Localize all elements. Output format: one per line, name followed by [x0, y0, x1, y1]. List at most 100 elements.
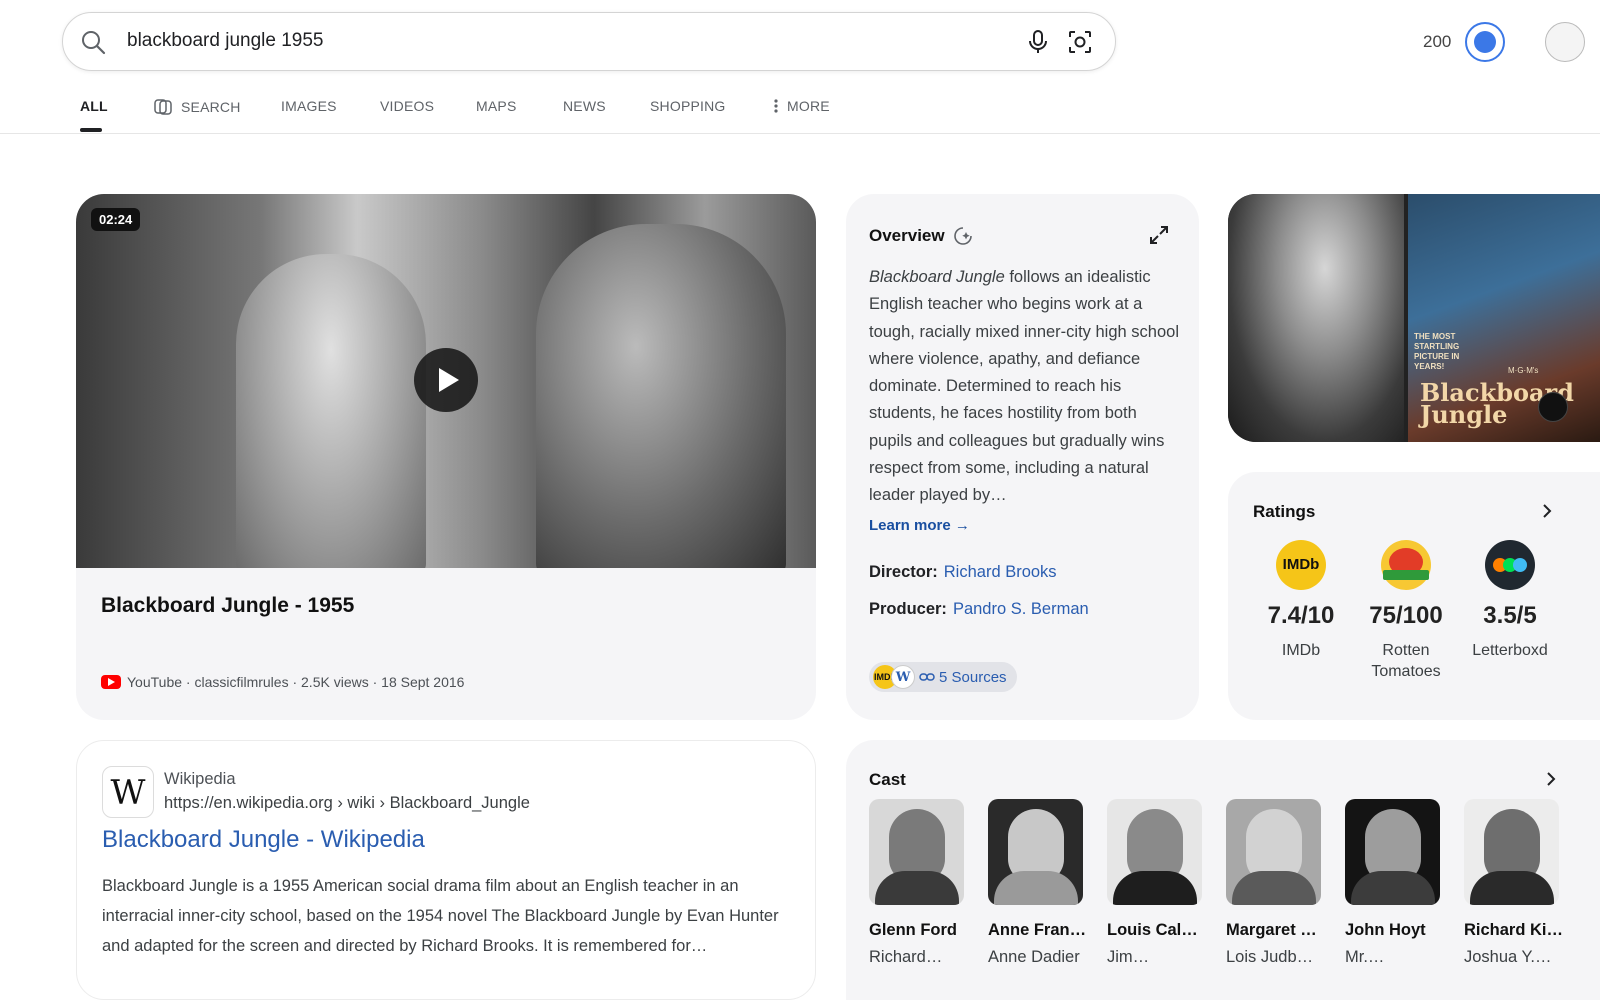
- rating-letterboxd[interactable]: 3.5/5 Letterboxd: [1455, 540, 1565, 661]
- tab-label: SEARCH: [181, 99, 241, 115]
- actor-name: Richard Ki…: [1464, 921, 1564, 939]
- result-title-link[interactable]: Blackboard Jungle - Wikipedia: [102, 826, 425, 854]
- tab-label: SHOPPING: [650, 98, 726, 114]
- play-icon[interactable]: [414, 348, 478, 412]
- actor-role: Jim…: [1107, 948, 1150, 966]
- link-icon: [919, 673, 935, 681]
- ratings-card: Ratings IMDb 7.4/10 IMDb 75/100 Rotten T…: [1228, 472, 1600, 720]
- tab-label: MAPS: [476, 98, 517, 114]
- tomato-icon: [1381, 540, 1431, 590]
- rating-score: 7.4/10: [1267, 602, 1335, 629]
- actor-name: Glenn Ford: [869, 921, 957, 939]
- rating-source: Rotten Tomatoes: [1371, 642, 1441, 680]
- profile-avatar[interactable]: [1545, 22, 1585, 62]
- result-url[interactable]: https://en.wikipedia.org › wiki › Blackb…: [164, 794, 530, 813]
- rewards-icon[interactable]: [1465, 22, 1505, 62]
- rating-score: 75/100: [1369, 602, 1443, 629]
- search-input[interactable]: blackboard jungle 1955: [127, 30, 324, 52]
- overview-film-title: Blackboard Jungle: [869, 268, 1005, 286]
- rating-rotten-tomatoes[interactable]: 75/100 Rotten Tomatoes: [1351, 540, 1461, 682]
- overview-card: Overview Blackboard Jungle follows an id…: [846, 194, 1199, 720]
- actor-role: Anne Dadier: [988, 948, 1080, 966]
- sources-button[interactable]: IMDb W 5 Sources: [869, 662, 1017, 692]
- actor-photo: [1345, 799, 1440, 905]
- tab-label: NEWS: [563, 98, 606, 114]
- video-meta-text: YouTube · classicfilmrules · 2.5K views …: [127, 674, 465, 690]
- letterboxd-icon: [1485, 540, 1535, 590]
- overview-title: Overview: [869, 226, 945, 245]
- actor-photo: [988, 799, 1083, 905]
- tab-search[interactable]: SEARCH: [153, 98, 241, 116]
- chevron-right-icon[interactable]: [1542, 770, 1560, 788]
- producer-link[interactable]: Pandro S. Berman: [953, 600, 1089, 618]
- ratings-title: Ratings: [1253, 502, 1316, 521]
- actor-photo-image[interactable]: [1228, 194, 1404, 442]
- director-label: Director:: [869, 563, 938, 581]
- overview-heading: Overview: [869, 226, 973, 246]
- rewards-points: 200: [1423, 32, 1452, 51]
- video-thumbnail[interactable]: 02:24: [76, 194, 816, 568]
- cast-title: Cast: [869, 770, 906, 789]
- video-title[interactable]: Blackboard Jungle - 1955: [101, 594, 354, 618]
- imdb-logo-icon: IMDb: [1276, 540, 1326, 590]
- actor-name: Louis Cal…: [1107, 921, 1198, 939]
- result-site-name: Wikipedia: [164, 770, 236, 788]
- cast-member[interactable]: Louis Cal… Jim…: [1107, 799, 1207, 967]
- actor-name: Anne Fran…: [988, 921, 1087, 939]
- sources-label: 5 Sources: [939, 668, 1007, 686]
- actor-role: Richard…: [869, 948, 943, 966]
- visual-search-icon[interactable]: [1065, 27, 1095, 57]
- cast-member[interactable]: John Hoyt Mr.…: [1345, 799, 1445, 967]
- rating-score: 3.5/5: [1483, 602, 1537, 629]
- actor-name: John Hoyt: [1345, 921, 1426, 939]
- chevron-right-icon[interactable]: [1538, 502, 1556, 520]
- wikipedia-result: W Wikipedia https://en.wikipedia.org › w…: [76, 740, 816, 1000]
- expand-icon[interactable]: [1148, 224, 1170, 246]
- result-snippet: Blackboard Jungle is a 1955 American soc…: [102, 877, 779, 955]
- rating-imdb[interactable]: IMDb 7.4/10 IMDb: [1246, 540, 1356, 661]
- search-icon[interactable]: [79, 28, 107, 56]
- tab-label: VIDEOS: [380, 98, 435, 114]
- tab-more[interactable]: MORE: [773, 98, 830, 114]
- movie-poster-image[interactable]: THE MOST STARTLING PICTURE IN YEARS! M·G…: [1408, 194, 1600, 442]
- poster-studio: M·G·M's: [1508, 366, 1539, 375]
- learn-more-link[interactable]: Learn more →: [869, 517, 970, 534]
- actor-name: Margaret …: [1226, 921, 1317, 939]
- microphone-icon[interactable]: [1023, 27, 1053, 57]
- search-tabs: ALL SEARCH IMAGES VIDEOS MAPS NEWS SHOPP…: [0, 90, 1600, 134]
- active-tab-indicator: [80, 128, 102, 132]
- tab-all[interactable]: ALL: [80, 98, 108, 114]
- director-link[interactable]: Richard Brooks: [944, 563, 1057, 581]
- wikipedia-icon: W: [891, 665, 915, 689]
- poster-title: Blackboard Jungle: [1420, 378, 1574, 429]
- rating-source: Letterboxd: [1472, 642, 1548, 659]
- images-card[interactable]: THE MOST STARTLING PICTURE IN YEARS! M·G…: [1228, 194, 1600, 442]
- tab-images[interactable]: IMAGES: [281, 98, 337, 114]
- rating-source: IMDb: [1281, 642, 1321, 659]
- overview-summary: follows an idealistic English teacher wh…: [869, 268, 1179, 505]
- cast-member[interactable]: Glenn Ford Richard…: [869, 799, 969, 967]
- copilot-icon: [154, 99, 172, 115]
- producer-label: Producer:: [869, 600, 947, 618]
- more-vertical-icon: [774, 99, 778, 113]
- poster-tagline: THE MOST STARTLING PICTURE IN YEARS!: [1414, 332, 1460, 371]
- cast-member[interactable]: Margaret … Lois Judb…: [1226, 799, 1326, 967]
- actor-role: Joshua Y.…: [1464, 948, 1552, 966]
- tab-shopping[interactable]: SHOPPING: [650, 98, 726, 114]
- video-card[interactable]: 02:24 Blackboard Jungle - 1955 YouTube ·…: [76, 194, 816, 720]
- actor-photo: [1464, 799, 1559, 905]
- tab-videos[interactable]: VIDEOS: [380, 98, 434, 114]
- youtube-icon: [101, 675, 121, 689]
- wikipedia-logo-icon: W: [102, 766, 154, 818]
- tab-label: IMAGES: [281, 98, 337, 114]
- tab-maps[interactable]: MAPS: [476, 98, 516, 114]
- cast-member[interactable]: Richard Ki… Joshua Y.…: [1464, 799, 1564, 967]
- director-row: Director: Richard Brooks: [869, 563, 1057, 582]
- gallery-icon[interactable]: [1538, 392, 1568, 422]
- tab-news[interactable]: NEWS: [563, 98, 606, 114]
- cast-member[interactable]: Anne Fran… Anne Dadier: [988, 799, 1088, 967]
- ai-refresh-icon: [953, 227, 972, 245]
- search-box[interactable]: blackboard jungle 1955: [62, 12, 1116, 71]
- tab-label: ALL: [80, 98, 108, 114]
- video-duration: 02:24: [91, 208, 141, 231]
